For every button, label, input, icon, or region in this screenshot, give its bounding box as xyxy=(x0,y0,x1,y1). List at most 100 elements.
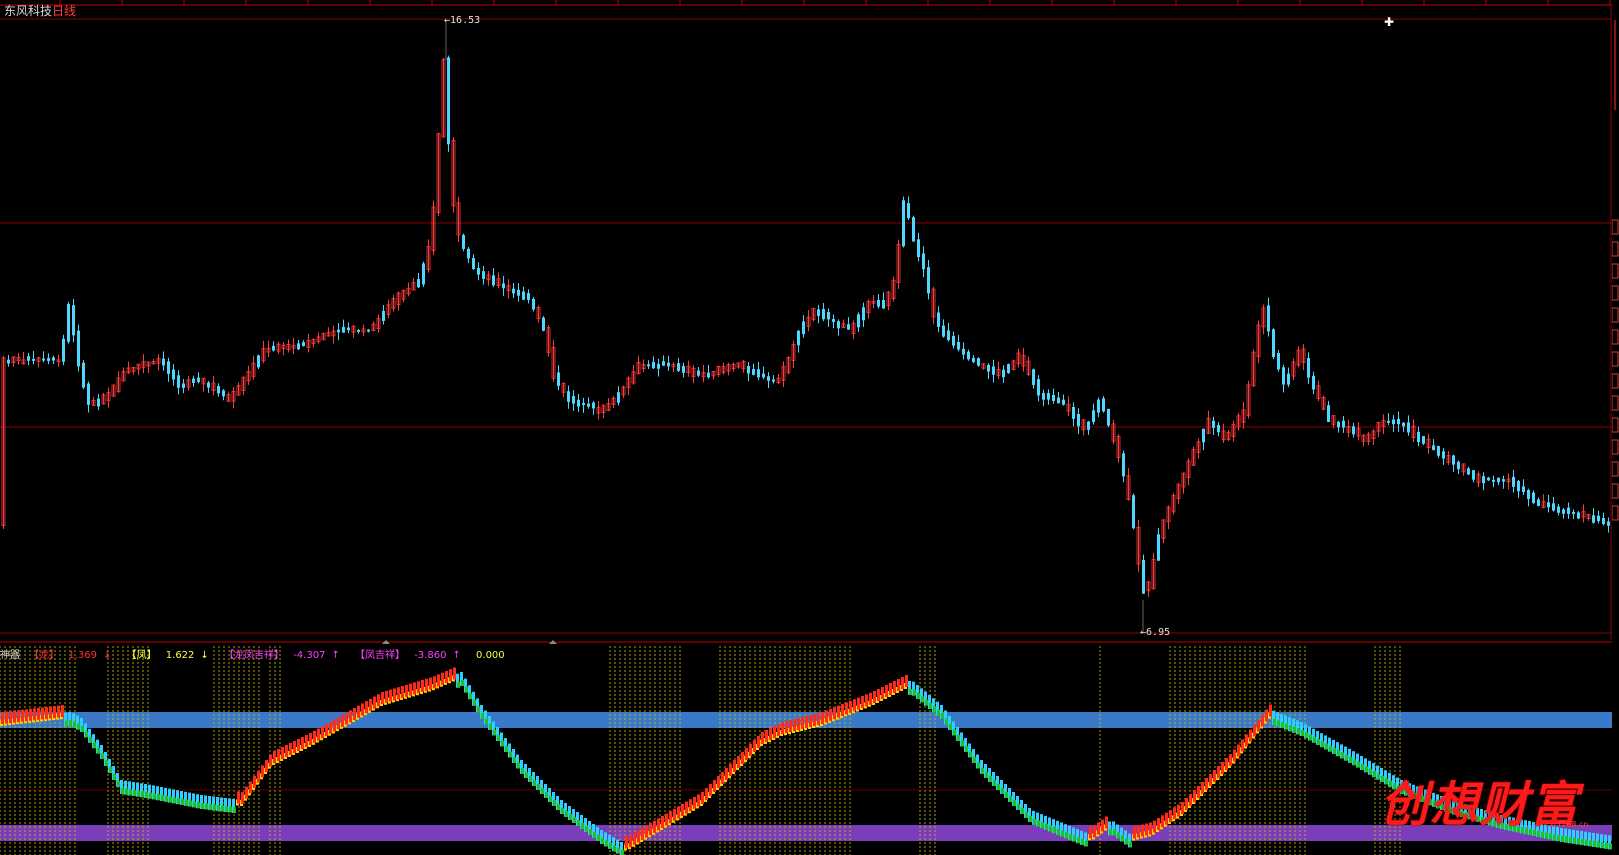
indicator-bar xyxy=(249,781,252,794)
candle-body xyxy=(1072,407,1075,419)
indicator-chart[interactable] xyxy=(0,640,1612,855)
candle-body xyxy=(1392,419,1395,425)
candle-body xyxy=(1442,451,1445,459)
candle-body xyxy=(1552,503,1555,511)
candle-body xyxy=(357,329,360,332)
indicator-bar xyxy=(89,736,92,743)
indicator-bar xyxy=(1353,759,1356,766)
indicator-bar xyxy=(609,842,612,849)
candle-body xyxy=(527,293,530,300)
indicator-bar xyxy=(589,829,592,835)
indicator-bar xyxy=(1069,833,1072,840)
candle-body xyxy=(1482,476,1485,484)
indicator-bar xyxy=(1141,824,1144,837)
indicator-bar xyxy=(889,683,892,695)
indicator-bar xyxy=(1037,820,1040,827)
indicator-bar xyxy=(1201,782,1204,794)
watermark-url: cxcf168.cn xyxy=(1545,820,1589,829)
indicator-bar xyxy=(533,780,536,786)
indicator-bar xyxy=(405,684,408,697)
indicator-bar xyxy=(257,770,260,783)
indicator-name[interactable]: 神器 xyxy=(0,650,20,661)
indicator-bar xyxy=(645,825,648,838)
indicator-bar xyxy=(677,806,680,819)
indicator-bar xyxy=(185,799,188,806)
indicator-bar xyxy=(81,726,84,732)
indicator-bar xyxy=(877,689,880,701)
candle-body xyxy=(1567,507,1570,514)
candle-body xyxy=(657,363,660,369)
indicator-bar xyxy=(1161,815,1164,828)
indicator-bar xyxy=(613,845,616,852)
indicator-bar xyxy=(205,803,208,810)
lower-band xyxy=(0,825,1612,841)
indicator-bar xyxy=(573,817,576,823)
indicator-bar xyxy=(85,731,88,738)
indicator-bar xyxy=(181,799,184,805)
candle-body xyxy=(762,373,765,378)
candle-body xyxy=(1142,560,1145,594)
period-label[interactable]: 日线 xyxy=(52,4,76,18)
indicator-bar xyxy=(837,705,840,718)
price-candlestick-chart[interactable] xyxy=(0,0,1612,640)
candle-body xyxy=(67,303,70,342)
indicator-bar xyxy=(1269,704,1272,717)
indicator-bar xyxy=(1309,734,1312,741)
candle-body xyxy=(912,217,915,242)
indicator-bar xyxy=(949,724,952,730)
indicator-bar xyxy=(433,676,436,689)
stock-name: 东风科技 xyxy=(4,4,53,18)
candle-body xyxy=(97,398,100,407)
indicator-bar xyxy=(689,799,692,812)
candle-body xyxy=(1452,455,1455,465)
candle-body xyxy=(337,329,340,333)
indicator-bar xyxy=(1329,745,1332,752)
indicator-bar xyxy=(333,719,336,732)
indicator-bar xyxy=(649,823,652,836)
indicator-bar xyxy=(189,800,192,807)
candle-body xyxy=(1312,375,1315,390)
candle-body xyxy=(1517,480,1520,492)
candle-body xyxy=(1572,511,1575,514)
indicator-bar xyxy=(977,762,980,769)
candle-body xyxy=(617,392,620,403)
indicator-bar xyxy=(925,699,928,706)
indicator-bar xyxy=(441,672,444,685)
indicator-bar xyxy=(709,784,712,796)
indicator-bar xyxy=(985,772,988,778)
indicator-bar xyxy=(1281,722,1284,728)
candle-body xyxy=(1557,506,1560,513)
indicator-bar xyxy=(301,737,304,749)
indicator-bar xyxy=(1257,719,1260,732)
candle-body xyxy=(917,239,920,258)
indicator-bar xyxy=(1013,800,1016,806)
indicator-bar xyxy=(725,768,728,780)
candle-body xyxy=(1472,470,1475,480)
indicator-bar xyxy=(265,760,268,772)
indicator-bar xyxy=(1561,836,1564,842)
indicator-bar xyxy=(1577,838,1580,845)
candle-body xyxy=(1397,418,1400,425)
indicator-bar xyxy=(829,708,832,721)
indicator-bar xyxy=(1225,758,1228,770)
indicator-bar xyxy=(169,796,172,803)
indicator-bar xyxy=(477,706,480,713)
indicator-bar xyxy=(365,701,368,714)
indicator-bar xyxy=(897,679,900,691)
indicator-bar xyxy=(657,818,660,831)
candle-body xyxy=(572,396,575,404)
indicator-bar xyxy=(553,800,556,806)
indicator-bar xyxy=(1089,826,1092,839)
candle-body xyxy=(447,57,450,145)
indicator-bar xyxy=(1249,729,1252,742)
candle-body xyxy=(1432,445,1435,451)
indicator-bar xyxy=(785,721,788,733)
indicator-bar xyxy=(229,806,232,813)
indicator-bar xyxy=(273,751,276,763)
candle-body xyxy=(1122,453,1125,477)
indicator-bar xyxy=(197,802,200,809)
candle-body xyxy=(217,386,220,394)
indicator-bar xyxy=(465,686,468,693)
indicator-bar xyxy=(1317,738,1320,745)
right-scroll-strip[interactable] xyxy=(1612,0,1619,640)
